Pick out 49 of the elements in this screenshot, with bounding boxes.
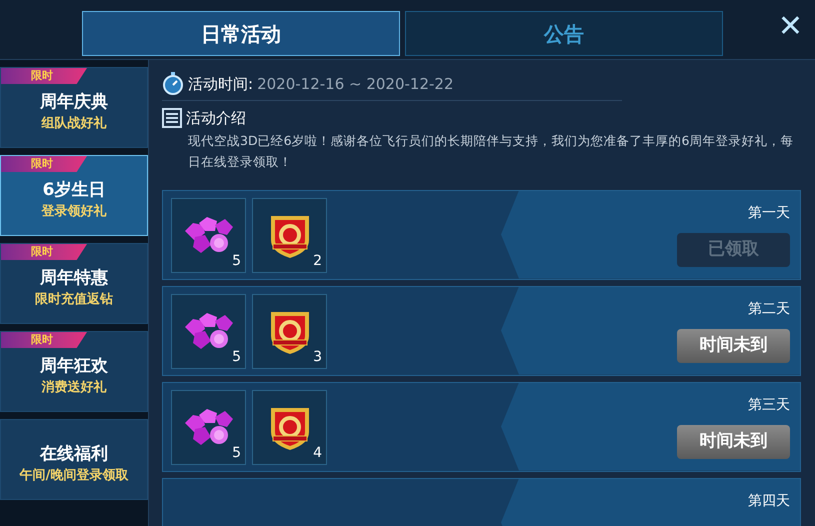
list-icon	[162, 108, 182, 128]
limited-tag: 限时	[1, 244, 87, 260]
item-count: 5	[232, 348, 241, 366]
sidebar-item[interactable]: 限时 周年狂欢 消费送好礼	[0, 331, 148, 412]
gems-icon	[182, 215, 234, 255]
day-label: 第二天	[748, 300, 790, 318]
item-title: 周年狂欢	[40, 354, 108, 378]
reward-slot[interactable]: 5	[171, 294, 246, 368]
tab[interactable]: 日常活动	[82, 11, 400, 56]
close-button[interactable]: ✕	[778, 12, 803, 42]
limited-tag: 限时	[1, 68, 87, 84]
intro-label: 活动介绍	[186, 108, 246, 129]
item-subtitle: 登录领好礼	[42, 202, 106, 220]
stopwatch-icon	[162, 72, 184, 96]
item-count: 5	[232, 444, 241, 462]
reward-slot[interactable]: 2	[252, 198, 327, 272]
sidebar-item[interactable]: 限时 周年庆典 组队战好礼	[0, 67, 148, 148]
item-subtitle: 消费送好礼	[42, 378, 106, 396]
reward-slot[interactable]: 5	[171, 390, 246, 464]
reward-slot[interactable]: 3	[252, 294, 327, 368]
item-count: 4	[313, 444, 322, 462]
item-title: 周年庆典	[40, 90, 108, 114]
limited-tag: 限时	[1, 156, 87, 172]
sidebar-item[interactable]: 限时 6岁生日 登录领好礼	[0, 155, 148, 236]
item-title: 周年特惠	[40, 266, 108, 290]
item-subtitle: 午间/晚间登录领取	[20, 466, 128, 484]
tab[interactable]: 公告	[405, 11, 723, 56]
sidebar-item[interactable]: 限时 周年特惠 限时充值返钻	[0, 243, 148, 324]
claim-button[interactable]: 时间未到	[677, 328, 790, 362]
limited-tag: 限时	[1, 332, 87, 348]
intro-text: 现代空战3D已经6岁啦！感谢各位飞行员们的长期陪伴与支持，我们为您准备了丰厚的6周年登录好礼，每日在线登录领取！	[187, 132, 794, 170]
gems-icon	[182, 311, 234, 351]
time-label: 活动时间:	[188, 74, 254, 95]
item-subtitle: 限时充值返钻	[35, 290, 113, 308]
item-count: 5	[232, 252, 241, 270]
claim-button[interactable]: 时间未到	[677, 424, 790, 458]
item-title: 6岁生日	[42, 178, 106, 202]
gems-icon	[182, 407, 234, 447]
item-count: 2	[313, 252, 322, 270]
time-value: 2020-12-16 ~ 2020-12-22	[257, 74, 454, 95]
reward-slot[interactable]: 5	[171, 198, 246, 272]
item-subtitle: 组队战好礼	[42, 114, 106, 132]
item-title: 在线福利	[40, 442, 108, 466]
day-label: 第三天	[748, 396, 790, 414]
sidebar-item[interactable]: 在线福利 午间/晚间登录领取	[0, 419, 148, 500]
day-label: 第一天	[748, 204, 790, 222]
day-label: 第四天	[748, 492, 790, 510]
reward-slot[interactable]: 4	[252, 390, 327, 464]
item-count: 3	[313, 348, 322, 366]
